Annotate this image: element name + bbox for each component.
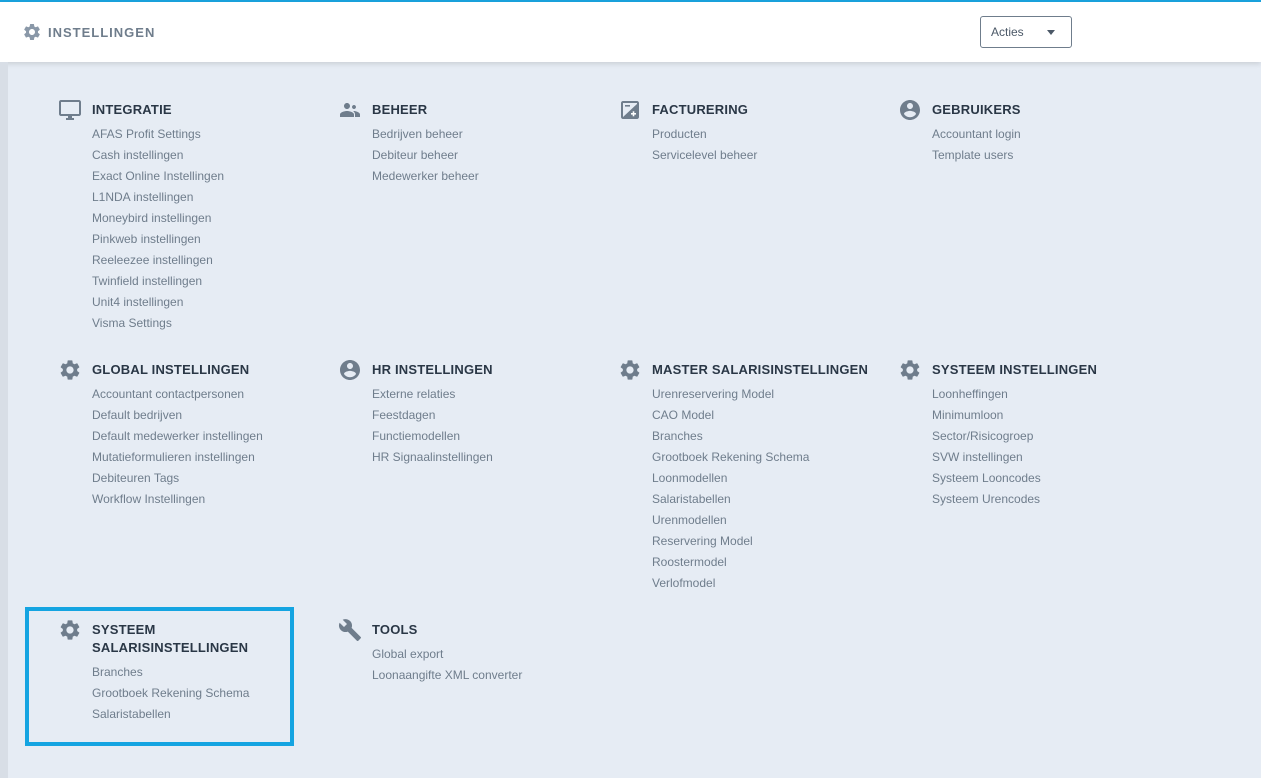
link-twinfield-instellingen[interactable]: Twinfield instellingen — [92, 271, 318, 292]
link-feestdagen[interactable]: Feestdagen — [372, 405, 598, 426]
page-title-text: INSTELLINGEN — [48, 24, 156, 40]
link-reservering-model[interactable]: Reservering Model — [652, 531, 878, 552]
link-cash-instellingen[interactable]: Cash instellingen — [92, 145, 318, 166]
section-tools: TOOLS Global export Loonaangifte XML con… — [338, 618, 598, 686]
link-visma-settings[interactable]: Visma Settings — [92, 313, 318, 334]
section-title: FACTURERING — [652, 102, 749, 117]
link-hr-signaalinstellingen[interactable]: HR Signaalinstellingen — [372, 447, 598, 468]
link-salaristabellen[interactable]: Salaristabellen — [652, 489, 878, 510]
left-edge — [0, 62, 8, 778]
link-producten[interactable]: Producten — [652, 124, 878, 145]
section-global-instellingen: GLOBAL INSTELLINGEN Accountant contactpe… — [58, 358, 318, 510]
section-master-salarisinstellingen: MASTER SALARISINSTELLINGEN Urenreserveri… — [618, 358, 878, 594]
link-debiteur-beheer[interactable]: Debiteur beheer — [372, 145, 598, 166]
link-global-export[interactable]: Global export — [372, 644, 598, 665]
link-default-medewerker-instellingen[interactable]: Default medewerker instellingen — [92, 426, 318, 447]
link-loonmodellen[interactable]: Loonmodellen — [652, 468, 878, 489]
section-title: BEHEER — [372, 102, 428, 117]
link-cao-model[interactable]: CAO Model — [652, 405, 878, 426]
link-moneybird-instellingen[interactable]: Moneybird instellingen — [92, 208, 318, 229]
page-title: INSTELLINGEN — [22, 22, 155, 42]
link-afas-profit-settings[interactable]: AFAS Profit Settings — [92, 124, 318, 145]
gear-icon — [22, 22, 42, 42]
monitor-icon — [58, 98, 82, 122]
section-facturering: FACTURERING Producten Servicelevel behee… — [618, 98, 878, 166]
section-title: INTEGRATIE — [92, 102, 172, 117]
gear-icon — [618, 358, 642, 382]
section-gebruikers: GEBRUIKERS Accountant login Template use… — [898, 98, 1158, 166]
section-systeem-instellingen: SYSTEEM INSTELLINGEN Loonheffingen Minim… — [898, 358, 1158, 510]
link-unit4-instellingen[interactable]: Unit4 instellingen — [92, 292, 318, 313]
link-loonaangifte-xml-converter[interactable]: Loonaangifte XML converter — [372, 665, 598, 686]
section-title: TOOLS — [372, 622, 418, 637]
link-pinkweb-instellingen[interactable]: Pinkweb instellingen — [92, 229, 318, 250]
link-medewerker-beheer[interactable]: Medewerker beheer — [372, 166, 598, 187]
link-verlofmodel[interactable]: Verlofmodel — [652, 573, 878, 594]
section-integratie: INTEGRATIE AFAS Profit Settings Cash ins… — [58, 98, 318, 334]
section-links: Externe relaties Feestdagen Functiemodel… — [372, 384, 598, 468]
user-circle-icon — [898, 98, 922, 122]
section-links: Global export Loonaangifte XML converter — [372, 644, 598, 686]
section-hr-instellingen: HR INSTELLINGEN Externe relaties Feestda… — [338, 358, 598, 468]
wrench-icon — [338, 618, 362, 642]
link-systeem-urencodes[interactable]: Systeem Urencodes — [932, 489, 1158, 510]
gear-icon — [898, 358, 922, 382]
link-svw-instellingen[interactable]: SVW instellingen — [932, 447, 1158, 468]
link-exact-online-instellingen[interactable]: Exact Online Instellingen — [92, 166, 318, 187]
page-header: INSTELLINGEN Acties — [0, 2, 1261, 62]
link-bedrijven-beheer[interactable]: Bedrijven beheer — [372, 124, 598, 145]
link-l1nda-instellingen[interactable]: L1NDA instellingen — [92, 187, 318, 208]
link-template-users[interactable]: Template users — [932, 145, 1158, 166]
section-beheer: BEHEER Bedrijven beheer Debiteur beheer … — [338, 98, 598, 187]
link-minimumloon[interactable]: Minimumloon — [932, 405, 1158, 426]
link-default-bedrijven[interactable]: Default bedrijven — [92, 405, 318, 426]
link-accountant-login[interactable]: Accountant login — [932, 124, 1158, 145]
gear-icon — [58, 358, 82, 382]
link-loonheffingen[interactable]: Loonheffingen — [932, 384, 1158, 405]
link-reeleezee-instellingen[interactable]: Reeleezee instellingen — [92, 250, 318, 271]
section-title: SYSTEEM INSTELLINGEN — [932, 362, 1098, 377]
link-grootboek-rekening-schema[interactable]: Grootboek Rekening Schema — [652, 447, 878, 468]
section-links: AFAS Profit Settings Cash instellingen E… — [92, 124, 318, 334]
link-functiemodellen[interactable]: Functiemodellen — [372, 426, 598, 447]
section-links: Bedrijven beheer Debiteur beheer Medewer… — [372, 124, 598, 187]
users-icon — [338, 98, 362, 122]
link-workflow-instellingen[interactable]: Workflow Instellingen — [92, 489, 318, 510]
link-sector-risicogroep[interactable]: Sector/Risicogroep — [932, 426, 1158, 447]
acties-dropdown[interactable]: Acties — [980, 16, 1072, 48]
section-links: Loonheffingen Minimumloon Sector/Risicog… — [932, 384, 1158, 510]
section-links: Producten Servicelevel beheer — [652, 124, 878, 166]
link-urenmodellen[interactable]: Urenmodellen — [652, 510, 878, 531]
section-title: HR INSTELLINGEN — [372, 362, 493, 377]
link-branches[interactable]: Branches — [652, 426, 878, 447]
user-circle-icon — [338, 358, 362, 382]
chevron-down-icon — [1047, 30, 1055, 35]
invoice-icon — [618, 98, 642, 122]
link-accountant-contactpersonen[interactable]: Accountant contactpersonen — [92, 384, 318, 405]
link-urenreservering-model[interactable]: Urenreservering Model — [652, 384, 878, 405]
acties-label: Acties — [991, 25, 1024, 39]
section-links: Urenreservering Model CAO Model Branches… — [652, 384, 878, 594]
link-systeem-looncodes[interactable]: Systeem Looncodes — [932, 468, 1158, 489]
section-title: GLOBAL INSTELLINGEN — [92, 362, 250, 377]
section-title: MASTER SALARISINSTELLINGEN — [652, 362, 869, 377]
link-debiteuren-tags[interactable]: Debiteuren Tags — [92, 468, 318, 489]
section-links: Accountant login Template users — [932, 124, 1158, 166]
link-externe-relaties[interactable]: Externe relaties — [372, 384, 598, 405]
section-links: Accountant contactpersonen Default bedri… — [92, 384, 318, 510]
link-roostermodel[interactable]: Roostermodel — [652, 552, 878, 573]
section-title: GEBRUIKERS — [932, 102, 1021, 117]
link-mutatieformulieren-instellingen[interactable]: Mutatieformulieren instellingen — [92, 447, 318, 468]
link-servicelevel-beheer[interactable]: Servicelevel beheer — [652, 145, 878, 166]
focus-highlight-box — [25, 607, 294, 746]
